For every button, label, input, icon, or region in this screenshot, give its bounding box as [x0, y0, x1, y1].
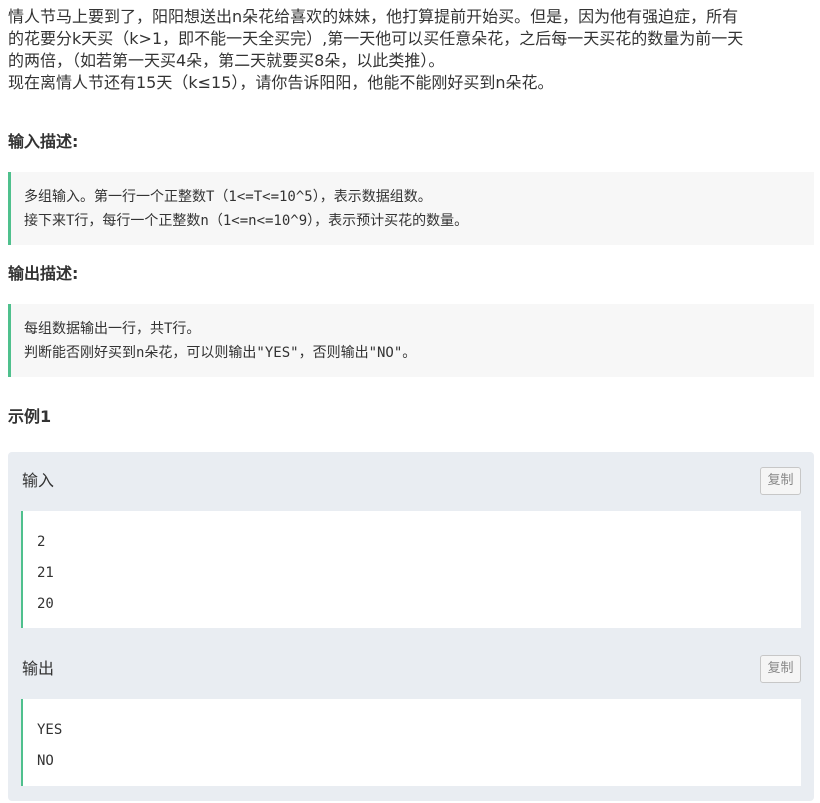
copy-output-button[interactable]: 复制 — [760, 655, 801, 683]
input-description-line: 接下来T行，每行一个正整数n（1<=n<=10^9），表示预计买花的数量。 — [24, 213, 469, 229]
example-panel: 输入 复制 2 21 20 输出 复制 YES NO — [8, 452, 814, 801]
problem-description: 情人节马上要到了，阳阳想送出n朵花给喜欢的妹妹，他打算提前开始买。但是，因为他有… — [8, 6, 814, 94]
example-title: 示例1 — [8, 407, 52, 426]
output-description-block: 每组数据输出一行，共T行。 判断能否刚好买到n朵花，可以则输出"YES"，否则输… — [8, 304, 814, 377]
example-output-box: YES NO — [21, 699, 801, 786]
example-input-box: 2 21 20 — [21, 511, 801, 628]
output-description-title: 输出描述: — [8, 264, 79, 283]
example-output-label: 输出 — [22, 659, 55, 678]
output-description-line: 每组数据输出一行，共T行。 — [24, 321, 201, 337]
description-line: 现在离情人节还有15天（k≤15），请你告诉阳阳，他能不能刚好买到n朵花。 — [8, 73, 554, 92]
input-description-block: 多组输入。第一行一个正整数T（1<=T<=10^5），表示数据组数。 接下来T行… — [8, 172, 814, 245]
output-description-line: 判断能否刚好买到n朵花，可以则输出"YES"，否则输出"NO"。 — [24, 345, 417, 361]
copy-input-button[interactable]: 复制 — [760, 467, 801, 495]
example-input-line: 2 — [37, 534, 46, 550]
description-line: 的两倍，（如若第一天买4朵，第二天就要买8朵，以此类推）。 — [8, 51, 445, 70]
example-output-line: NO — [37, 753, 54, 769]
example-input-label: 输入 — [22, 471, 55, 490]
example-output-line: YES — [37, 722, 63, 738]
description-line: 的花要分k天买（k>1，即不能一天全买完）,第一天他可以买任意朵花，之后每一天买… — [8, 29, 744, 48]
input-description-line: 多组输入。第一行一个正整数T（1<=T<=10^5），表示数据组数。 — [24, 189, 432, 205]
example-input-line: 20 — [37, 596, 54, 612]
input-description-title: 输入描述: — [8, 132, 79, 151]
description-line: 情人节马上要到了，阳阳想送出n朵花给喜欢的妹妹，他打算提前开始买。但是，因为他有… — [8, 7, 739, 26]
example-input-line: 21 — [37, 565, 54, 581]
